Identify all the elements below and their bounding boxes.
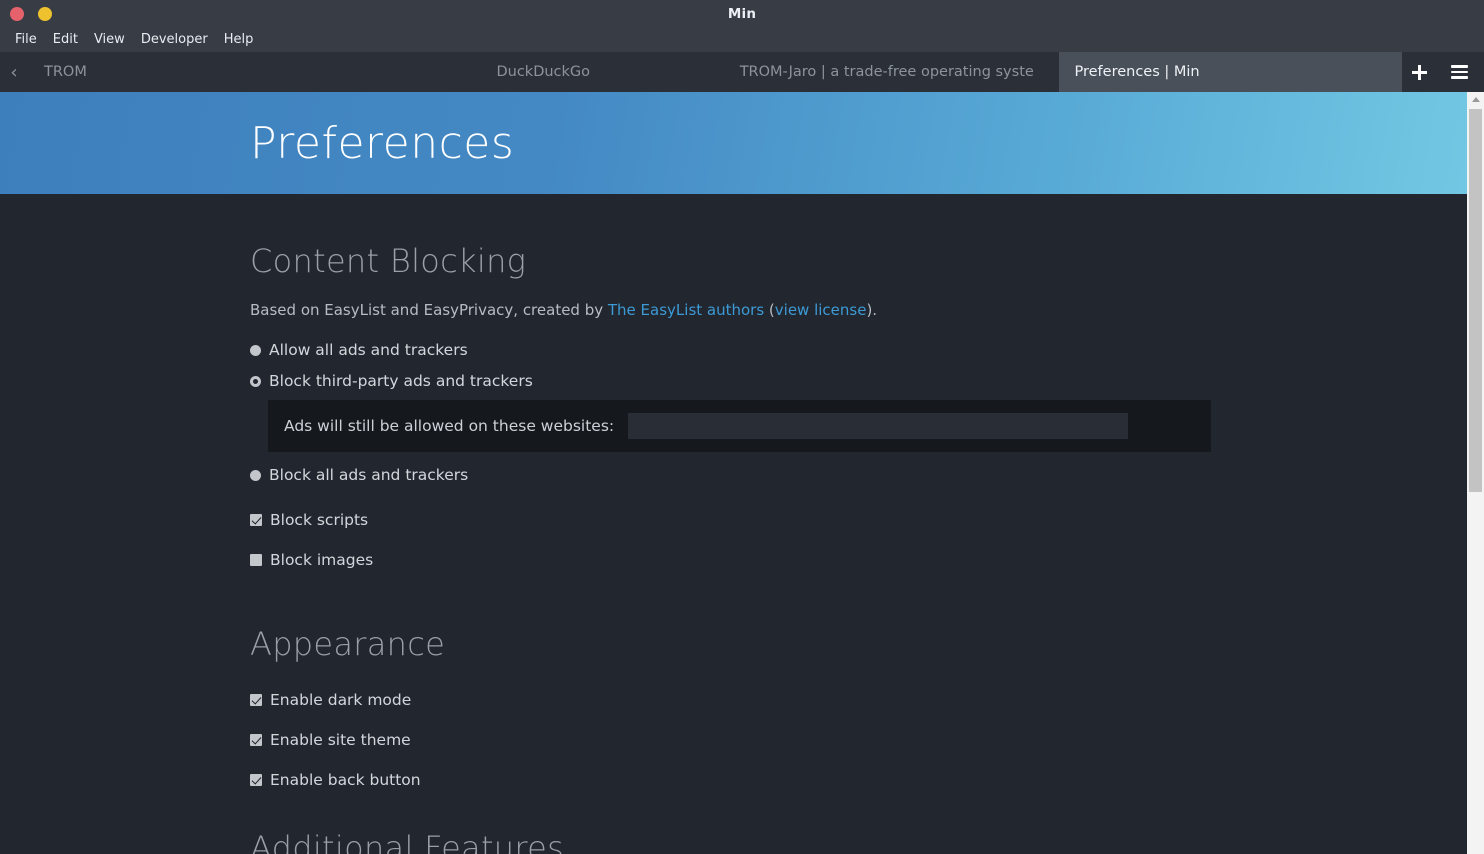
window-controls bbox=[0, 7, 52, 21]
menu-view[interactable]: View bbox=[86, 28, 133, 52]
section-title-additional-features: Additional Features bbox=[250, 829, 565, 854]
desc-text-middle: ( bbox=[764, 301, 775, 319]
menu-help[interactable]: Help bbox=[216, 28, 262, 52]
checkbox-label: Enable site theme bbox=[270, 731, 411, 749]
preferences-content: Content Blocking Based on EasyList and E… bbox=[0, 242, 1467, 854]
allowlist-panel: Ads will still be allowed on these websi… bbox=[268, 400, 1211, 452]
page-hero: Preferences bbox=[0, 92, 1467, 194]
preferences-page: Preferences Content Blocking Based on Ea… bbox=[0, 92, 1467, 854]
menubar: File Edit View Developer Help bbox=[0, 28, 1484, 52]
page-scrollbar[interactable] bbox=[1467, 92, 1484, 854]
checkbox-enable-site-theme[interactable]: Enable site theme bbox=[250, 731, 411, 749]
checkbox-label: Block images bbox=[270, 551, 374, 569]
menu-developer[interactable]: Developer bbox=[133, 28, 216, 52]
tab-trom[interactable]: TROM bbox=[28, 52, 372, 92]
tab-list: TROM DuckDuckGo TROM-Jaro | a trade-free… bbox=[28, 52, 1402, 92]
allowlist-input[interactable] bbox=[628, 413, 1129, 439]
scroll-up-arrow-icon[interactable] bbox=[1467, 92, 1484, 107]
tab-duckduckgo[interactable]: DuckDuckGo bbox=[372, 52, 716, 92]
checkbox-icon[interactable] bbox=[250, 774, 262, 786]
radio-icon[interactable] bbox=[250, 469, 261, 481]
checkbox-block-images[interactable]: Block images bbox=[250, 551, 373, 569]
view-license-link[interactable]: view license bbox=[775, 301, 867, 319]
radio-icon[interactable] bbox=[250, 344, 261, 356]
checkbox-icon[interactable] bbox=[250, 554, 262, 566]
checkbox-label: Block scripts bbox=[270, 511, 369, 529]
checkbox-enable-dark-mode[interactable]: Enable dark mode bbox=[250, 691, 411, 709]
tab-actions bbox=[1402, 52, 1484, 92]
checkbox-block-scripts[interactable]: Block scripts bbox=[250, 511, 368, 529]
menu-file[interactable]: File bbox=[7, 28, 45, 52]
section-title-content-blocking: Content Blocking bbox=[250, 242, 527, 280]
plus-icon bbox=[1411, 64, 1427, 80]
page-title: Preferences bbox=[250, 117, 515, 169]
radio-block-all-ads[interactable]: Block all ads and trackers bbox=[250, 466, 468, 484]
tabstrip: ‹ TROM DuckDuckGo TROM-Jaro | a trade-fr… bbox=[0, 52, 1484, 92]
window-title: Min bbox=[727, 6, 757, 22]
tab-preferences[interactable]: Preferences | Min bbox=[1058, 52, 1402, 92]
close-window-button[interactable] bbox=[10, 7, 24, 21]
checkbox-icon[interactable] bbox=[250, 514, 262, 526]
checkbox-icon[interactable] bbox=[250, 734, 262, 746]
tab-tromjaro[interactable]: TROM-Jaro | a trade-free operating syste bbox=[715, 52, 1059, 92]
checkbox-icon[interactable] bbox=[250, 694, 262, 706]
radio-block-third-party[interactable]: Block third-party ads and trackers bbox=[250, 372, 533, 390]
new-tab-button[interactable] bbox=[1402, 52, 1436, 92]
checkbox-label: Enable dark mode bbox=[270, 691, 412, 709]
main-menu-button[interactable] bbox=[1442, 52, 1476, 92]
minimize-window-button[interactable] bbox=[38, 7, 52, 21]
hamburger-menu-icon bbox=[1450, 65, 1468, 79]
content-blocking-description: Based on EasyList and EasyPrivacy, creat… bbox=[250, 301, 1467, 319]
scrollbar-thumb[interactable] bbox=[1469, 109, 1482, 492]
radio-label: Block third-party ads and trackers bbox=[269, 372, 533, 390]
desc-text-before: Based on EasyList and EasyPrivacy, creat… bbox=[250, 301, 608, 319]
back-chevron-icon[interactable]: ‹ bbox=[0, 52, 28, 92]
menu-edit[interactable]: Edit bbox=[45, 28, 86, 52]
desc-text-after: ). bbox=[866, 301, 878, 319]
allowlist-label: Ads will still be allowed on these websi… bbox=[284, 417, 615, 435]
easylist-authors-link[interactable]: The EasyList authors bbox=[608, 301, 764, 319]
radio-label: Allow all ads and trackers bbox=[269, 341, 468, 359]
checkbox-enable-back-button[interactable]: Enable back button bbox=[250, 771, 421, 789]
radio-icon[interactable] bbox=[250, 375, 261, 387]
window-titlebar: Min bbox=[0, 0, 1484, 28]
radio-label: Block all ads and trackers bbox=[269, 466, 469, 484]
browser-viewport: Preferences Content Blocking Based on Ea… bbox=[0, 92, 1484, 854]
checkbox-label: Enable back button bbox=[270, 771, 421, 789]
radio-allow-all-ads[interactable]: Allow all ads and trackers bbox=[250, 341, 468, 359]
section-title-appearance: Appearance bbox=[250, 625, 446, 663]
